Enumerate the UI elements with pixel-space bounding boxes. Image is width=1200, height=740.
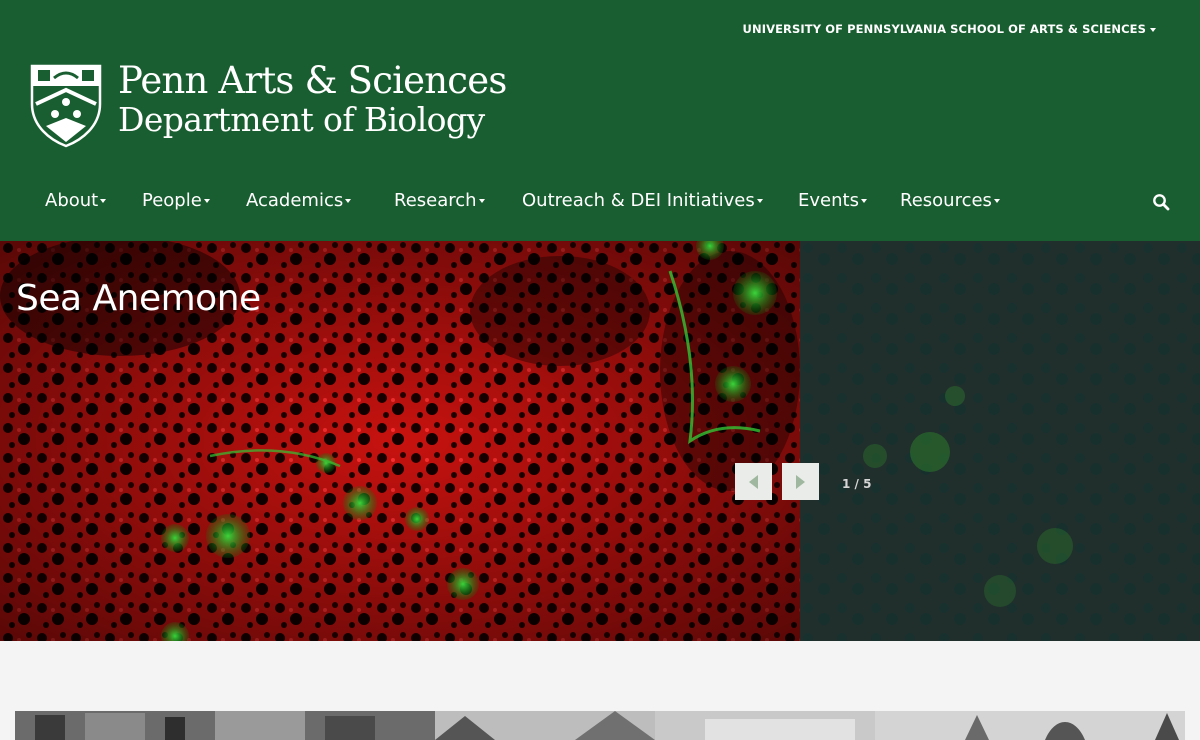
caret-down-icon <box>478 199 485 203</box>
site-header: UNIVERSITY OF PENNSYLVANIA SCHOOL OF ART… <box>0 0 1200 241</box>
logo-line-school: Penn Arts & Sciences <box>118 59 507 102</box>
nav-item-label: People <box>142 190 202 211</box>
nav-item-resources[interactable]: Resources <box>900 183 1000 219</box>
nav-item-label: Academics <box>246 190 344 211</box>
site-logo[interactable]: Penn Arts & Sciences Department of Biolo… <box>30 59 507 148</box>
slider-prev-button[interactable] <box>735 463 772 500</box>
chevron-left-icon <box>749 474 758 489</box>
department-wordmark: Penn Arts & Sciences Department of Biolo… <box>118 59 507 140</box>
nav-item-outreach-dei[interactable]: Outreach & DEI Initiatives <box>522 183 763 219</box>
nav-item-academics[interactable]: Academics <box>246 183 352 219</box>
school-link-label: UNIVERSITY OF PENNSYLVANIA SCHOOL OF ART… <box>742 22 1146 36</box>
caret-down-icon <box>203 199 210 203</box>
nav-item-about[interactable]: About <box>45 183 107 219</box>
nav-item-label: Events <box>798 190 859 211</box>
nav-item-research[interactable]: Research <box>394 183 485 219</box>
nav-item-people[interactable]: People <box>142 183 210 219</box>
caret-down-icon <box>993 199 1000 203</box>
caret-down-icon <box>1150 27 1156 32</box>
slider-next-button[interactable] <box>782 463 819 500</box>
penn-shield-icon <box>30 64 102 148</box>
search-icon[interactable] <box>1152 193 1170 211</box>
caret-down-icon <box>100 199 107 203</box>
main-nav: About People Academics Research Outreach… <box>0 183 1200 221</box>
caret-down-icon <box>860 199 867 203</box>
logo-line-department: Department of Biology <box>118 100 485 139</box>
nav-item-label: Research <box>394 190 477 211</box>
caret-down-icon <box>345 199 352 203</box>
nav-item-label: Outreach & DEI Initiatives <box>522 190 755 211</box>
campus-photo[interactable] <box>15 711 1185 740</box>
slide-counter: 1 / 5 <box>842 477 872 491</box>
caret-down-icon <box>756 199 763 203</box>
hero-caption-panel <box>800 241 1200 641</box>
chevron-right-icon <box>796 474 805 489</box>
school-dropdown-link[interactable]: UNIVERSITY OF PENNSYLVANIA SCHOOL OF ART… <box>743 22 1156 36</box>
nav-item-label: Resources <box>900 190 992 211</box>
hero-slider: Sea Anemone <box>0 241 1200 641</box>
nav-item-label: About <box>45 190 99 211</box>
nav-item-events[interactable]: Events <box>798 183 867 219</box>
slide-title: Sea Anemone <box>16 278 261 319</box>
